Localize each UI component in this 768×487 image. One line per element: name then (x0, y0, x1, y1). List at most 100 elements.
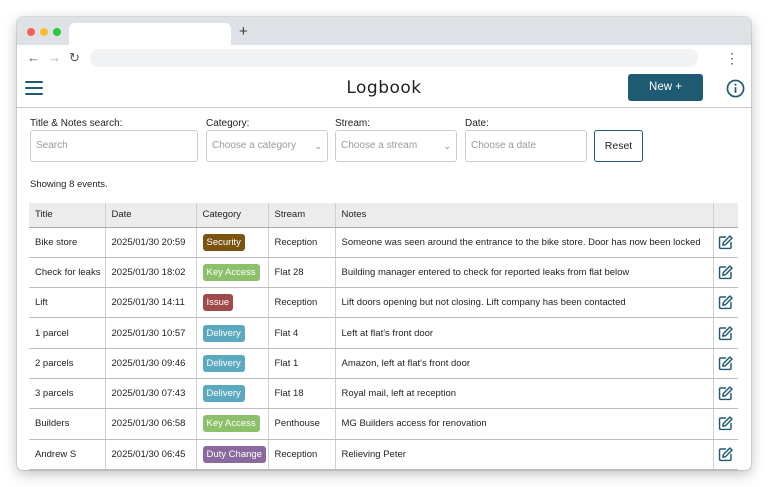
event-date: 2025/01/30 18:02 (105, 257, 197, 289)
category-badge: Delivery (202, 354, 245, 372)
title-search-input[interactable]: Search (30, 130, 198, 162)
edit-cell (713, 287, 738, 319)
category-badge: Key Access (202, 415, 260, 433)
stream-select[interactable]: Choose a stream ⌄ (335, 130, 457, 162)
app-header: Logbook New + (17, 71, 751, 108)
edit-pencil-icon[interactable] (717, 264, 734, 281)
event-notes: Royal mail, left at reception (335, 378, 714, 410)
edit-pencil-icon[interactable] (717, 294, 734, 311)
category-label: Category: (206, 118, 250, 129)
chevron-down-icon: ⌄ (443, 141, 451, 151)
edit-pencil-icon[interactable] (717, 446, 734, 463)
event-notes: Someone was seen around the entrance to … (335, 227, 714, 258)
column-header-category[interactable]: Category (196, 203, 269, 228)
event-stream: Flat 1 (268, 348, 336, 379)
maximize-window-button[interactable] (53, 28, 61, 36)
edit-cell (713, 227, 738, 258)
browser-toolbar: ← → ↻ ⋮ (17, 45, 751, 71)
title-search-label: Title & Notes search: (30, 118, 123, 129)
event-title: 2 parcels (29, 348, 106, 379)
edit-pencil-icon[interactable] (717, 325, 734, 342)
category-badge: Issue (202, 294, 234, 312)
event-title: Builders (29, 408, 106, 440)
edit-cell (713, 439, 738, 470)
column-header-stream[interactable]: Stream (268, 203, 336, 228)
event-notes: Left at flat's front door (335, 317, 714, 349)
category-cell: Issue (196, 287, 269, 319)
browser-tab-bar: + (17, 17, 751, 45)
edit-cell (713, 348, 738, 379)
edit-cell (713, 378, 738, 410)
category-cell: Duty Change (196, 439, 269, 470)
close-window-button[interactable] (27, 28, 35, 36)
event-stream: Flat 4 (268, 317, 336, 349)
table-row[interactable]: 3 parcels 2025/01/30 07:43 Delivery Flat 18… (29, 378, 738, 410)
column-header-date[interactable]: Date (105, 203, 197, 228)
category-badge: Security (202, 233, 245, 251)
edit-pencil-icon[interactable] (717, 234, 734, 251)
event-stream: Reception (268, 227, 336, 258)
browser-window: + ← → ↻ ⋮ Logbook New + Title & Notes se… (17, 17, 751, 470)
table-row[interactable]: 2 parcels 2025/01/30 09:46 Delivery Flat 1A… (29, 348, 738, 379)
table-row[interactable]: Andrew S 2025/01/30 06:45 Duty Change Recep… (29, 439, 738, 470)
edit-pencil-icon[interactable] (717, 385, 734, 402)
column-header-actions (713, 203, 738, 228)
info-circle-icon[interactable] (726, 79, 745, 98)
event-date: 2025/01/30 10:57 (105, 317, 197, 349)
table-row[interactable]: Bike store 2025/01/30 20:59 Security Recept… (29, 227, 738, 258)
category-select[interactable]: Choose a category ⌄ (206, 130, 328, 162)
column-header-notes[interactable]: Notes (335, 203, 714, 228)
column-header-title[interactable]: Title (29, 203, 106, 228)
date-label: Date: (465, 118, 489, 129)
event-date: 2025/01/30 09:46 (105, 348, 197, 379)
edit-pencil-icon[interactable] (717, 415, 734, 432)
browser-tab[interactable] (69, 23, 231, 45)
event-title: 1 parcel (29, 317, 106, 349)
address-bar[interactable] (90, 49, 698, 67)
event-stream: Flat 28 (268, 257, 336, 289)
event-stream: Reception (268, 439, 336, 470)
table-header-row: Title Date Category Stream Notes (29, 203, 738, 228)
back-arrow-icon[interactable]: ← (27, 48, 40, 68)
event-stream: Reception (268, 287, 336, 319)
table-row[interactable]: Lift 2025/01/30 14:11 Issue Reception Lift d… (29, 287, 738, 319)
event-stream: Flat 18 (268, 378, 336, 410)
event-date: 2025/01/30 20:59 (105, 227, 197, 258)
chevron-down-icon: ⌄ (314, 141, 322, 151)
event-notes: Lift doors opening but not closing. Lift… (335, 287, 714, 319)
event-date: 2025/01/30 06:45 (105, 439, 197, 470)
table-row[interactable]: 1 parcel 2025/01/30 10:57 Delivery Flat 4 Le… (29, 317, 738, 349)
table-row[interactable]: Check for leaks 2025/01/30 18:02 Key Acces… (29, 257, 738, 289)
date-input[interactable]: Choose a date (465, 130, 587, 162)
edit-cell (713, 317, 738, 349)
edit-pencil-icon[interactable] (717, 355, 734, 372)
reload-icon[interactable]: ↻ (69, 48, 80, 68)
category-cell: Key Access (196, 408, 269, 440)
event-date: 2025/01/30 07:43 (105, 378, 197, 410)
stream-select-placeholder: Choose a stream (341, 140, 418, 151)
category-badge: Key Access (202, 263, 260, 281)
event-notes: Amazon, left at flat's front door (335, 348, 714, 379)
category-cell: Key Access (196, 257, 269, 289)
new-event-button[interactable]: New + (628, 74, 703, 101)
category-cell: Delivery (196, 378, 269, 410)
event-title: Bike store (29, 227, 106, 258)
minimize-window-button[interactable] (40, 28, 48, 36)
forward-arrow-icon[interactable]: → (48, 48, 61, 68)
category-select-placeholder: Choose a category (212, 140, 296, 151)
event-notes: MG Builders access for renovation (335, 408, 714, 440)
results-count: Showing 8 events. (30, 179, 108, 190)
table-row[interactable]: Builders 2025/01/30 06:58 Key Access Pentho… (29, 408, 738, 440)
events-table: Title Date Category Stream Notes Bike st… (29, 203, 738, 470)
new-tab-button[interactable]: + (239, 23, 248, 41)
event-title: Check for leaks (29, 257, 106, 289)
category-badge: Delivery (202, 385, 245, 403)
edit-cell (713, 408, 738, 440)
event-date: 2025/01/30 14:11 (105, 287, 197, 319)
event-title: Lift (29, 287, 106, 319)
event-date: 2025/01/30 06:58 (105, 408, 197, 440)
browser-menu-icon[interactable]: ⋮ (725, 48, 739, 68)
reset-button[interactable]: Reset (594, 130, 643, 162)
event-notes: Relieving Peter (335, 439, 714, 470)
category-cell: Security (196, 227, 269, 258)
